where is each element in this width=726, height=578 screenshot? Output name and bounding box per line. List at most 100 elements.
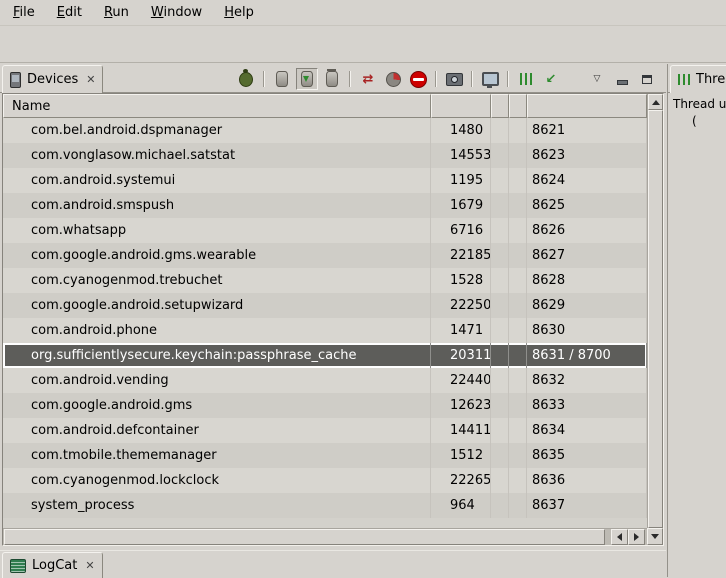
view-menu-button[interactable]: ▽ [586, 68, 608, 90]
tab-threads-label: Threads [696, 72, 726, 87]
process-cell-4 [509, 218, 527, 243]
scroll-up-button[interactable] [648, 94, 663, 110]
process-pid-cell: 14411 [431, 418, 491, 443]
left-arrow-icon [617, 533, 622, 541]
table-row[interactable]: com.google.android.setupwizard 22250 862… [3, 293, 647, 318]
cause-gc-button[interactable] [321, 68, 343, 90]
table-row[interactable]: com.whatsapp 6716 8626 [3, 218, 647, 243]
process-name: com.android.smspush [31, 198, 174, 213]
table-row[interactable]: com.vonglasow.michael.satstat 14553 8623 [3, 143, 647, 168]
vertical-scrollbar-thumb[interactable] [648, 110, 663, 528]
device-icon [10, 72, 21, 88]
menu-file[interactable]: File [2, 2, 46, 23]
process-cell-4 [509, 443, 527, 468]
menu-window[interactable]: Window [140, 2, 213, 23]
scroll-down-button[interactable] [647, 528, 663, 545]
devices-tabbar: Devices ✕ ⇄ ↙ ▽ [0, 64, 666, 93]
process-cell-4 [509, 343, 527, 368]
table-row[interactable]: com.android.systemui 1195 8624 [3, 168, 647, 193]
toolbar-separator [349, 71, 351, 87]
tab-threads[interactable]: Threads [670, 65, 726, 93]
process-name: com.vonglasow.michael.satstat [31, 148, 235, 163]
table-row[interactable]: com.android.smspush 1679 8625 [3, 193, 647, 218]
process-pid: 1480 [450, 123, 483, 138]
table-row[interactable]: com.bel.android.dspmanager 1480 8621 [3, 118, 647, 143]
screen-record-button[interactable] [479, 68, 501, 90]
column-header-4[interactable] [509, 94, 527, 118]
process-port: 8637 [532, 498, 565, 513]
scroll-left-button[interactable] [611, 529, 628, 545]
process-name-cell: com.whatsapp [3, 218, 431, 243]
process-port-cell: 8624 [527, 168, 647, 193]
process-cell-4 [509, 243, 527, 268]
menubar: FileEditRunWindowHelp [0, 0, 726, 26]
table-row[interactable]: com.android.phone 1471 8630 [3, 318, 647, 343]
maximize-button[interactable] [636, 68, 658, 90]
debug-process-icon [239, 72, 253, 87]
process-pid-cell: 1512 [431, 443, 491, 468]
process-port: 8630 [532, 323, 565, 338]
process-name: com.bel.android.dspmanager [31, 123, 222, 138]
column-header-3[interactable] [491, 94, 509, 118]
column-header-port[interactable] [527, 94, 647, 118]
table-row[interactable]: com.cyanogenmod.lockclock 22265 8636 [3, 468, 647, 493]
horizontal-scrollbar[interactable] [3, 528, 647, 545]
process-name: com.android.phone [31, 323, 157, 338]
horizontal-scrollbar-thumb[interactable] [4, 529, 605, 545]
thread-updates-button[interactable] [515, 68, 537, 90]
process-cell-3 [491, 293, 509, 318]
minimize-button[interactable] [611, 68, 633, 90]
process-cell-4 [509, 293, 527, 318]
column-header-pid[interactable] [431, 94, 491, 118]
menu-edit[interactable]: Edit [46, 2, 93, 23]
screen-capture-icon [446, 73, 463, 86]
table-row[interactable]: com.cyanogenmod.trebuchet 1528 8628 [3, 268, 647, 293]
process-port: 8625 [532, 198, 565, 213]
process-port-cell: 8630 [527, 318, 647, 343]
process-cell-3 [491, 318, 509, 343]
scroll-right-button[interactable] [628, 529, 645, 545]
column-header-name[interactable]: Name [3, 94, 431, 118]
menu-help[interactable]: Help [213, 2, 265, 23]
table-row[interactable]: org.sufficientlysecure.keychain:passphra… [3, 343, 647, 368]
vertical-scrollbar[interactable] [647, 94, 663, 528]
devices-toolbar: ⇄ ↙ ▽ [235, 66, 658, 92]
process-pid: 22440 [450, 373, 491, 388]
dump-hprof-button[interactable] [296, 68, 318, 90]
table-row[interactable]: com.android.vending 22440 8632 [3, 368, 647, 393]
table-row[interactable]: com.tmobile.thememanager 1512 8635 [3, 443, 647, 468]
process-cell-4 [509, 318, 527, 343]
process-cell-4 [509, 493, 527, 518]
process-port-cell: 8637 [527, 493, 647, 518]
process-cell-4 [509, 268, 527, 293]
process-name-cell: com.cyanogenmod.trebuchet [3, 268, 431, 293]
heap-updates-button[interactable]: ↙ [540, 68, 562, 90]
process-pid: 1195 [450, 173, 483, 188]
table-row[interactable]: com.google.android.gms.wearable 22185 86… [3, 243, 647, 268]
tab-devices[interactable]: Devices ✕ [2, 65, 103, 93]
tab-devices-close-icon[interactable]: ✕ [86, 73, 95, 86]
screen-capture-button[interactable] [443, 68, 465, 90]
logcat-icon [10, 559, 26, 573]
process-pid: 6716 [450, 223, 483, 238]
table-row[interactable]: com.android.defcontainer 14411 8634 [3, 418, 647, 443]
start-method-profiling-icon [386, 72, 401, 87]
threads-message-line2: ( [692, 113, 726, 130]
process-name-cell: com.google.android.setupwizard [3, 293, 431, 318]
table-row[interactable]: system_process 964 8637 [3, 493, 647, 518]
process-port: 8636 [532, 473, 565, 488]
update-heap-button[interactable] [271, 68, 293, 90]
process-cell-4 [509, 118, 527, 143]
menu-run[interactable]: Run [93, 2, 140, 23]
debug-process-button[interactable] [235, 68, 257, 90]
process-name-cell: com.android.defcontainer [3, 418, 431, 443]
update-threads-button[interactable]: ⇄ [357, 68, 379, 90]
stop-process-button[interactable] [407, 68, 429, 90]
start-method-profiling-button[interactable] [382, 68, 404, 90]
tab-logcat-close-icon[interactable]: ✕ [85, 559, 94, 572]
process-cell-3 [491, 443, 509, 468]
process-name-cell: com.cyanogenmod.lockclock [3, 468, 431, 493]
process-cell-3 [491, 343, 509, 368]
table-row[interactable]: com.google.android.gms 12623 8633 [3, 393, 647, 418]
tab-logcat[interactable]: LogCat ✕ [2, 552, 103, 578]
